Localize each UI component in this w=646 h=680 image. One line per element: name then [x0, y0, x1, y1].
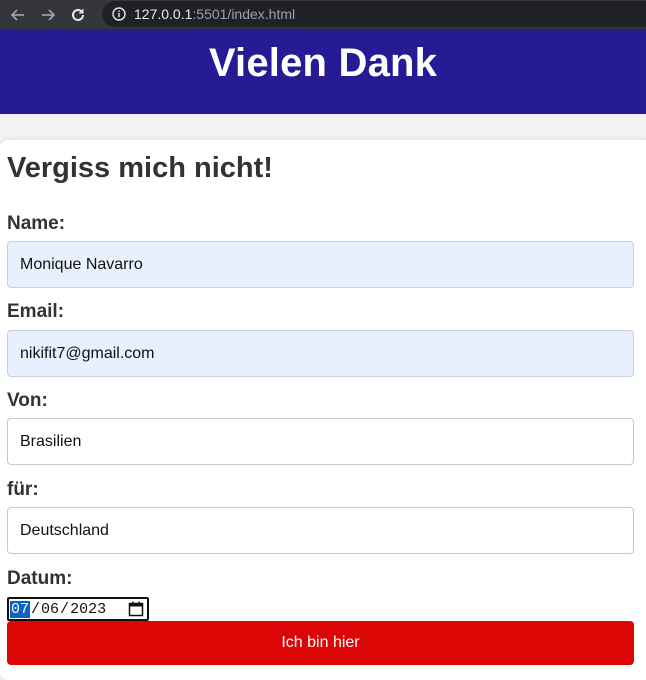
date-month[interactable]: 07: [10, 600, 31, 618]
date-day[interactable]: 06: [41, 601, 59, 618]
fuer-label: für:: [7, 479, 39, 500]
url-path: :5501/index.html: [192, 6, 296, 22]
submit-button[interactable]: Ich bin hier: [7, 621, 634, 665]
form-title: Vergiss mich nicht!: [7, 152, 273, 184]
arrow-right-icon: [42, 8, 56, 21]
date-separator: /: [31, 600, 41, 618]
reload-button[interactable]: [66, 3, 90, 27]
form-card: Vergiss mich nicht! Name: Email: Von: fü…: [0, 140, 646, 680]
arrow-left-icon: [10, 8, 24, 21]
email-input[interactable]: [7, 330, 634, 377]
date-year[interactable]: 2023: [70, 601, 106, 618]
fuer-input[interactable]: [7, 507, 634, 554]
back-button[interactable]: [6, 3, 30, 27]
name-label: Name:: [7, 213, 66, 234]
page-title: Vielen Dank: [208, 41, 438, 85]
von-input[interactable]: [7, 418, 634, 465]
page-header: Vielen Dank: [0, 29, 646, 114]
info-icon[interactable]: [112, 7, 126, 21]
name-input[interactable]: [7, 241, 634, 288]
datum-label: Datum:: [7, 568, 73, 589]
calendar-icon[interactable]: [128, 601, 144, 617]
date-input[interactable]: 07/06/2023: [7, 597, 149, 621]
date-separator: /: [60, 600, 70, 618]
forward-button[interactable]: [36, 3, 60, 27]
email-label: Email:: [7, 301, 65, 322]
von-label: Von:: [7, 390, 48, 411]
browser-toolbar: 127.0.0.1:5501/index.html: [0, 0, 646, 29]
reload-icon: [72, 8, 84, 21]
address-bar[interactable]: 127.0.0.1:5501/index.html: [102, 1, 646, 27]
url-host: 127.0.0.1: [134, 6, 193, 22]
